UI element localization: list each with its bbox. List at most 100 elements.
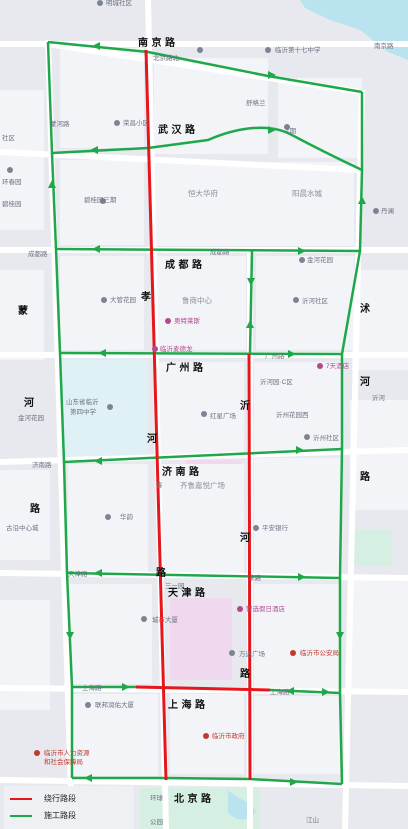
- poi-label: 碧桂园: [2, 199, 22, 208]
- poi-label: 广州路: [265, 351, 285, 360]
- poi-label: 鲁商中心: [182, 295, 212, 305]
- poi-label: 明城社区: [106, 0, 133, 7]
- poi-marker: [85, 702, 91, 708]
- poi-label: 江山: [306, 815, 319, 824]
- poi-label: 临沂市公安局: [300, 648, 339, 657]
- road-label-shuhe-1: 沭: [360, 302, 370, 315]
- road-label-shuhe-3: 路: [360, 470, 371, 483]
- poi-label: 第四中学: [70, 407, 97, 416]
- poi-marker: [7, 167, 13, 173]
- poi-label: 金河花园: [18, 413, 44, 422]
- poi-marker: [237, 606, 243, 612]
- legend-swatch-construction: [10, 815, 32, 817]
- poi-marker: [152, 346, 158, 352]
- poi-label: 公园: [150, 818, 163, 826]
- poi-label: 金河花园: [307, 255, 333, 264]
- poi-label: 环春园: [2, 177, 22, 186]
- poi-label: 临沂麦德龙: [160, 344, 193, 353]
- poi-label: 阳晨水城: [292, 188, 322, 198]
- poi-label: 华韵: [120, 512, 134, 521]
- poi-marker: [101, 297, 107, 303]
- poi-label: 1期: [286, 127, 297, 135]
- poi-label: 环球: [150, 793, 164, 802]
- road-label-jinan: 济 南 路: [162, 465, 200, 478]
- legend-label-detour: 绕行路段: [44, 794, 76, 803]
- poi-marker: [265, 47, 271, 53]
- road-label-tianjin: 天 津 路: [168, 586, 206, 599]
- road-label-nanjing: 南 京 路: [138, 36, 176, 49]
- poi-label: 山东省临沂: [66, 397, 99, 406]
- poi-marker: [299, 257, 305, 263]
- road-label-guangzhou: 广 州 路: [166, 361, 204, 374]
- poi-label: 荣昌小区: [123, 118, 150, 127]
- poi-label: 沂河: [372, 393, 386, 402]
- poi-marker: [105, 514, 111, 520]
- poi-label: 临沂市人力资源: [44, 748, 90, 757]
- poi-label: 沂河园·C区: [260, 377, 293, 386]
- poi-marker: [114, 120, 120, 126]
- poi-label: 大管花园: [110, 295, 136, 304]
- poi-label: 蒙河路: [50, 119, 70, 128]
- road-label-xiaohe-2: 河: [147, 433, 157, 445]
- road-label-menghe-3: 路: [30, 502, 41, 515]
- poi-marker: [201, 411, 207, 417]
- poi-label: 红星广场: [210, 411, 237, 420]
- detour-yihe: [247, 353, 252, 781]
- road-label-menghe-2: 河: [24, 397, 34, 409]
- poi-label: 临沂第十七中学: [275, 45, 321, 54]
- map-canvas[interactable]: 明城社区 北京路北 临沂第十七中学 南京路 蒙河路 舒格兰 荣昌小区 1期 社区…: [0, 0, 408, 829]
- poi-label: 成都路: [210, 247, 230, 256]
- map-svg: 明城社区 北京路北 临沂第十七中学 南京路 蒙河路 舒格兰 荣昌小区 1期 社区…: [0, 0, 408, 829]
- poi-label: 城市大厦: [152, 615, 179, 624]
- poi-marker: [253, 525, 259, 531]
- poi-marker: [229, 650, 235, 656]
- poi-marker: [165, 318, 171, 324]
- road-label-yihe-3: 路: [240, 667, 251, 680]
- poi-label: 智选假日酒店: [246, 604, 286, 613]
- road-label-chengdu: 成 都 路: [165, 258, 203, 271]
- poi-marker: [290, 650, 296, 656]
- poi-label: 碧桂园三期: [84, 195, 117, 204]
- poi-label: 丹澜: [381, 206, 394, 215]
- poi-label: 天津路: [68, 569, 88, 578]
- road-label-beijing: 北 京 路: [174, 792, 212, 805]
- poi-label: 社区: [2, 133, 16, 142]
- road-label-shanghai: 上 海 路: [168, 698, 206, 711]
- poi-marker: [107, 404, 113, 410]
- legend: 绕行路段 施工路段: [4, 786, 134, 829]
- poi-label: 津路: [248, 573, 262, 582]
- legend-label-construction: 施工路段: [44, 811, 76, 820]
- road-label-yihe-2: 河: [240, 532, 250, 544]
- poi-label: 恒大华府: [188, 188, 218, 198]
- poi-marker: [203, 733, 209, 739]
- poi-label: 万达广场: [239, 649, 266, 658]
- poi-label: 上海路: [82, 683, 102, 692]
- poi-label: 舒格兰: [246, 98, 266, 107]
- road-label-menghe-1: 蒙: [18, 304, 28, 317]
- poi-label: 临沂市政府: [212, 731, 245, 740]
- poi-marker: [34, 750, 40, 756]
- poi-marker: [197, 47, 203, 53]
- poi-label: 沂河社区: [302, 296, 329, 305]
- legend-swatch-detour: [10, 798, 32, 800]
- road-label-xiaohe-1: 孝: [140, 290, 151, 303]
- poi-label: 北京路北: [153, 53, 180, 62]
- road-label-xiaohe-3: 路: [156, 566, 167, 579]
- poi-marker: [304, 434, 310, 440]
- poi-label: 联邦润佑大厦: [95, 700, 135, 709]
- road-label-shuhe-2: 河: [360, 376, 370, 388]
- poi-label: 奥特莱斯: [174, 316, 201, 325]
- poi-marker: [293, 297, 299, 303]
- poi-label: 南京路: [374, 41, 394, 50]
- poi-label: 上海路: [270, 687, 290, 696]
- plaza-wanda: [170, 598, 232, 680]
- road-label-yihe-1: 沂: [240, 399, 250, 412]
- poi-label: 沂州花园西: [276, 410, 309, 419]
- green-patch: [350, 530, 392, 566]
- poi-label: 济南路: [32, 460, 52, 469]
- poi-label: 平安银行: [262, 523, 289, 532]
- poi-label: 齐鲁嘉悦广场: [180, 480, 225, 490]
- poi-label: 7天酒店: [326, 361, 350, 370]
- poi-marker: [97, 0, 103, 6]
- poi-label: 古沿中心城: [6, 523, 39, 532]
